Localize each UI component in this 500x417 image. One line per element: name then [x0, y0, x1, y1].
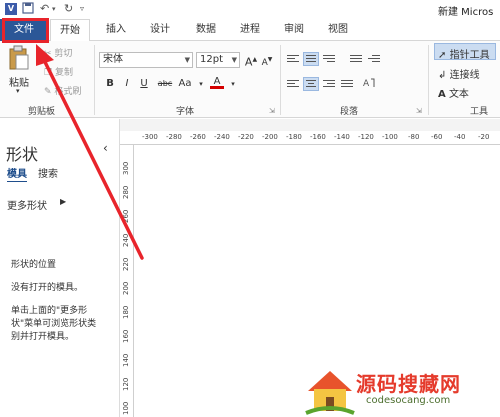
annotation-arrow-icon [36, 44, 144, 260]
watermark: 源码搜藏网 codesocang.com [300, 365, 500, 417]
house-logo-icon [305, 371, 355, 415]
watermark-url: codesocang.com [366, 395, 451, 406]
watermark-title: 源码搜藏网 [356, 372, 461, 396]
